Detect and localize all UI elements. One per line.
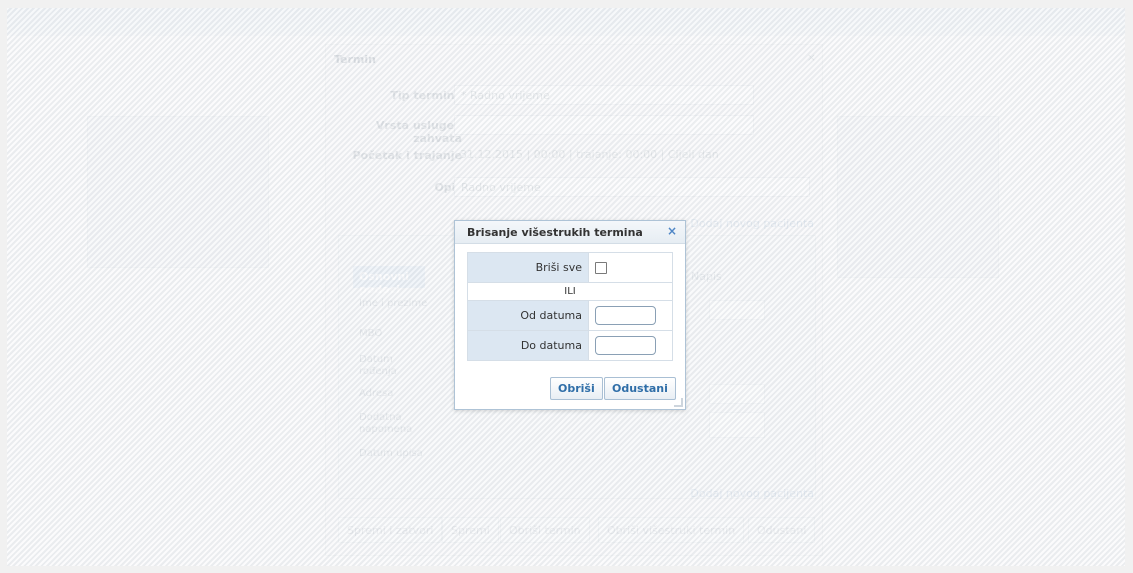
vrsta-usluge-select[interactable] <box>454 115 754 135</box>
row-to-date: Do datuma <box>467 330 673 361</box>
tab-napis[interactable]: Napis <box>691 270 722 283</box>
or-label: ILI <box>467 282 673 301</box>
to-date-input[interactable] <box>595 336 656 355</box>
field-label: Vrsta usluge / zahvata <box>375 119 462 145</box>
to-date-label: Do datuma <box>467 330 589 361</box>
form-row-vrsta-usluge: Vrsta usluge / zahvata <box>326 115 822 145</box>
modal-header: Brisanje višestrukih termina × <box>455 221 685 244</box>
label-dodatna-napomena: Dodatna napomena <box>359 412 413 435</box>
form-row-pocetak: Početak i trajanje 31.12.2015 | 00:00 | … <box>326 145 822 167</box>
tip-termina-select[interactable]: * Radno vrijeme <box>454 85 754 105</box>
label-datum-upisa: Datum upisa <box>359 448 423 459</box>
label-adresa: Adresa <box>359 388 394 399</box>
top-navigation-bar <box>7 8 1125 36</box>
field-label: Početak i trajanje <box>352 149 462 162</box>
patient-input[interactable] <box>709 412 765 438</box>
close-icon[interactable]: × <box>665 224 679 238</box>
label-mbo: MBO <box>359 328 383 339</box>
from-date-label: Od datuma <box>467 300 589 331</box>
label-datum-rodjenja: Datum rođenja <box>359 354 397 377</box>
row-or: ILI <box>467 282 673 301</box>
delete-multiple-terms-modal: Brisanje višestrukih termina × Briši sve… <box>454 220 686 410</box>
row-from-date: Od datuma <box>467 300 673 331</box>
form-row-opis: Opis Radno vrijeme <box>326 177 822 199</box>
close-icon[interactable]: × <box>807 51 816 64</box>
pocetak-trajanje-fields[interactable]: 31.12.2015 | 00:00 | trajanje: 00:00 | C… <box>454 145 754 165</box>
resize-handle[interactable] <box>674 398 683 407</box>
row-delete-all: Briši sve <box>467 252 673 283</box>
delete-button[interactable]: Obriši <box>550 377 603 400</box>
background-panel-left <box>87 116 269 268</box>
delete-multiple-terms-button[interactable]: Obriši višestruki termin <box>598 517 745 543</box>
cancel-button[interactable]: Odustani <box>748 517 816 543</box>
patient-input[interactable] <box>709 300 765 320</box>
label-ime-prezime: Ime i prezime <box>359 298 428 309</box>
delete-options-table: Briši sve ILI Od datuma Do datuma <box>467 252 673 361</box>
save-button[interactable]: Spremi <box>442 517 499 543</box>
delete-all-label: Briši sve <box>467 252 589 283</box>
termin-dialog-title: Termin <box>334 53 376 66</box>
form-row-tip-termina: Tip termina * Radno vrijeme <box>326 85 822 107</box>
from-date-cell <box>588 300 673 331</box>
save-and-close-button[interactable]: Spremi i zatvori <box>338 517 443 543</box>
delete-term-button[interactable]: Obriši termin <box>500 517 590 543</box>
to-date-cell <box>588 330 673 361</box>
modal-title: Brisanje višestrukih termina <box>467 226 643 239</box>
delete-all-cell <box>588 252 673 283</box>
background-panel-right <box>837 116 999 278</box>
cancel-button[interactable]: Odustani <box>604 377 676 400</box>
add-patient-link-bottom[interactable]: Dodaj novog pacijenta <box>690 487 814 500</box>
tab-osnovni-podaci[interactable]: Osnovni podaci <box>353 266 425 296</box>
field-label: Tip termina <box>390 89 462 102</box>
patient-input[interactable] <box>709 384 765 404</box>
opis-input[interactable]: Radno vrijeme <box>454 177 810 197</box>
from-date-input[interactable] <box>595 306 656 325</box>
delete-all-checkbox[interactable] <box>595 262 607 274</box>
add-patient-link-top[interactable]: Dodaj novog pacijenta <box>690 217 814 230</box>
